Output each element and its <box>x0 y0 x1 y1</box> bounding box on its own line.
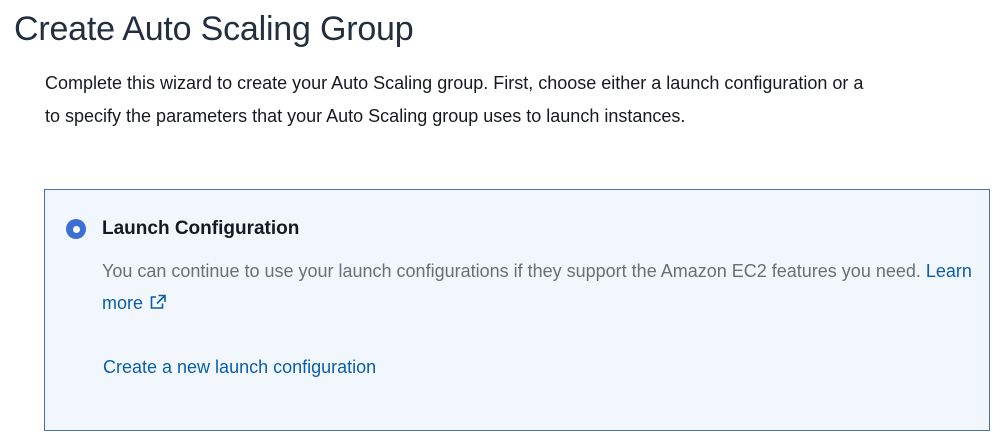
description-text: You can continue to use your launch conf… <box>102 261 921 281</box>
launch-configuration-option[interactable]: Launch Configuration <box>66 218 299 240</box>
create-asg-page: Create Auto Scaling Group Complete this … <box>0 0 1006 448</box>
radio-selected-dot <box>72 225 80 233</box>
launch-configuration-description: You can continue to use your launch conf… <box>102 255 982 320</box>
intro-text: Complete this wizard to create your Auto… <box>45 67 1006 133</box>
launch-configuration-label[interactable]: Launch Configuration <box>102 218 299 240</box>
launch-configuration-panel[interactable]: Launch Configuration You can continue to… <box>44 189 990 431</box>
launch-configuration-radio[interactable] <box>66 219 86 239</box>
intro-line-1: Complete this wizard to create your Auto… <box>45 73 864 93</box>
create-launch-configuration-link[interactable]: Create a new launch configuration <box>103 357 376 378</box>
external-link-icon[interactable] <box>149 288 167 320</box>
intro-line-2: to specify the parameters that your Auto… <box>45 106 686 126</box>
page-title: Create Auto Scaling Group <box>14 10 414 48</box>
